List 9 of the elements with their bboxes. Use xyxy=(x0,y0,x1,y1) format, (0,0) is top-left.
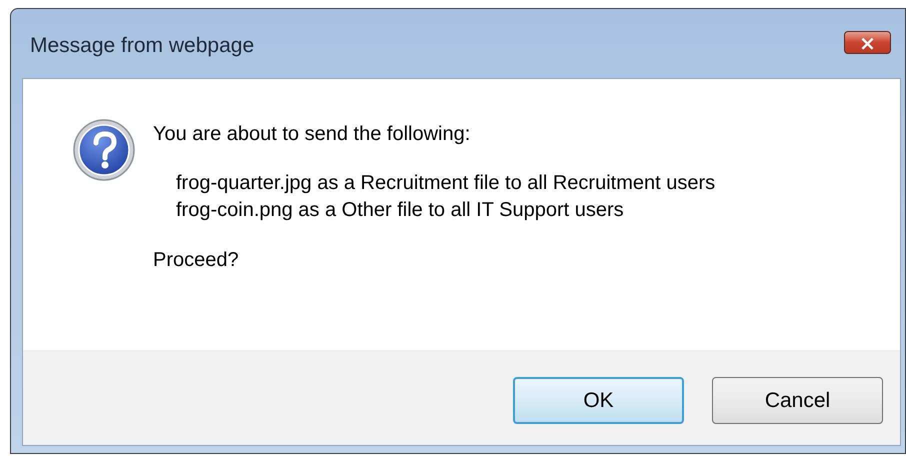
item-line: frog-coin.png as a Other file to all IT Support users xyxy=(176,198,625,223)
intro-text: You are about to send the following: xyxy=(153,122,472,146)
dialog-button[interactable]: OK xyxy=(513,377,684,424)
item-line: frog-quarter.jpg as a Recruitment file to all Recruitment users xyxy=(176,171,716,196)
window-title: Message from webpage xyxy=(30,34,254,58)
dialog-button[interactable]: Cancel xyxy=(712,377,883,424)
close-button[interactable]: × xyxy=(844,31,891,54)
question-text: Proceed? xyxy=(153,248,240,272)
question-icon xyxy=(72,118,136,182)
